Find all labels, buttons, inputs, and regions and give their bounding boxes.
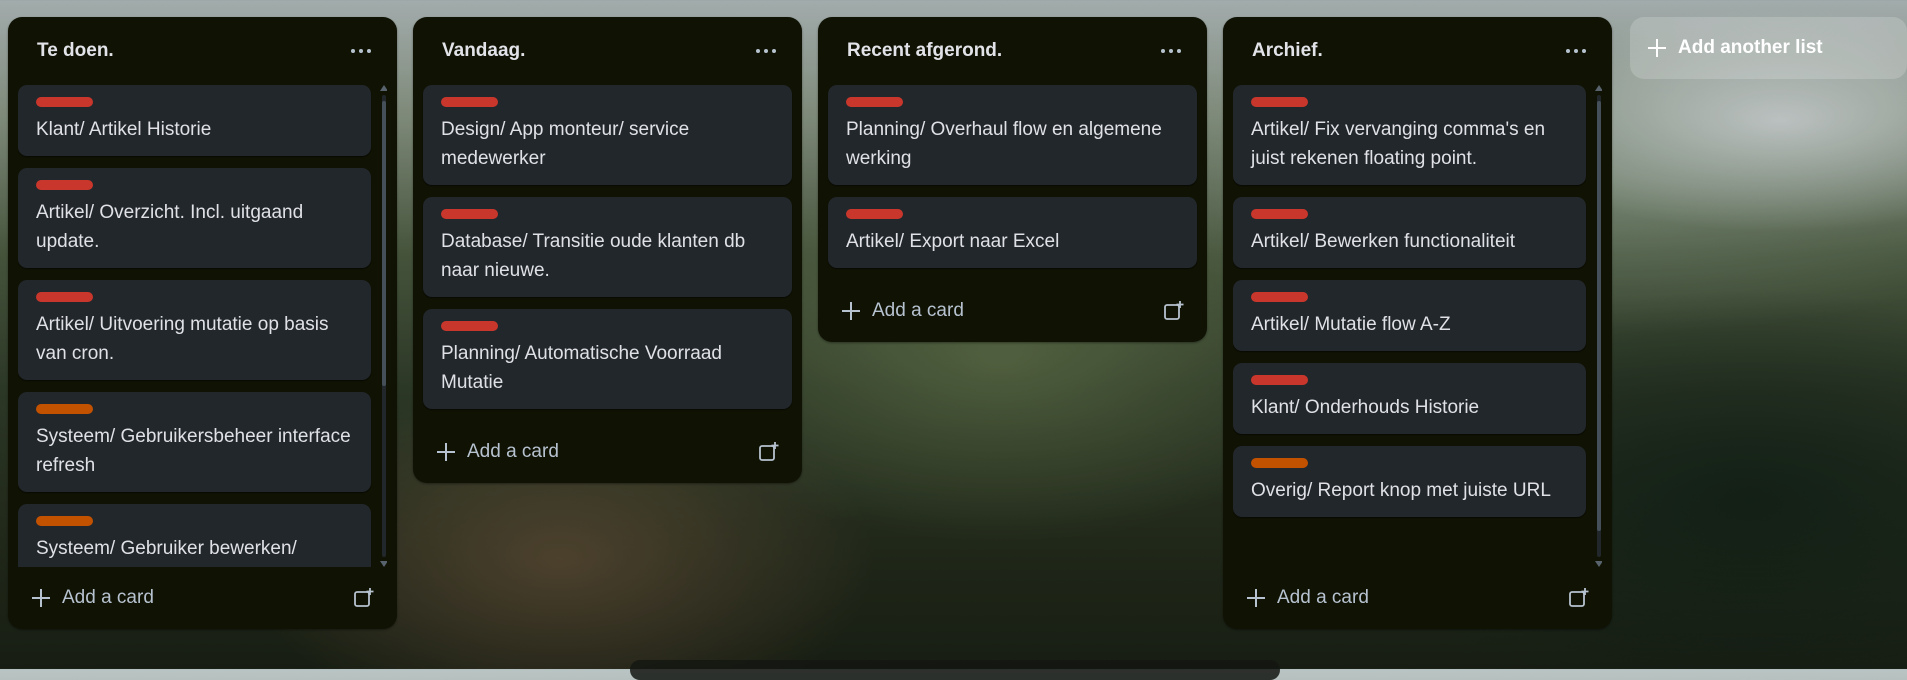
card-label[interactable] <box>846 209 903 219</box>
card[interactable]: Klant/ Onderhouds Historie <box>1233 363 1586 434</box>
card[interactable]: Artikel/ Overzicht. Incl. uitgaand updat… <box>18 168 371 268</box>
card-label[interactable] <box>36 404 93 414</box>
card-title: Planning/ Overhaul flow en algemene werk… <box>846 119 1162 169</box>
card[interactable]: Overig/ Report knop met juiste URL <box>1233 446 1586 517</box>
card-title: Klant/ Artikel Historie <box>36 119 212 140</box>
ellipsis-icon[interactable] <box>1155 39 1187 63</box>
card-label[interactable] <box>1251 292 1308 302</box>
add-card-button[interactable]: Add a card <box>423 441 559 463</box>
card[interactable]: Artikel/ Uitvoering mutatie op basis van… <box>18 280 371 380</box>
list-header: Recent afgerond. <box>828 17 1197 85</box>
card[interactable]: Planning/ Overhaul flow en algemene werk… <box>828 85 1197 185</box>
card[interactable]: Systeem/ Gebruiker bewerken/ gebruiker h… <box>18 504 371 567</box>
plus-icon <box>32 589 50 607</box>
list-title[interactable]: Archief. <box>1252 40 1323 62</box>
list-footer: Add a card <box>18 567 387 629</box>
card-template-icon[interactable] <box>1568 587 1590 609</box>
card[interactable]: Artikel/ Export naar Excel <box>828 197 1197 268</box>
card-label[interactable] <box>441 209 498 219</box>
card-title: Overig/ Report knop met juiste URL <box>1251 480 1551 501</box>
card-label[interactable] <box>846 97 903 107</box>
card-list: Planning/ Overhaul flow en algemene werk… <box>828 85 1197 268</box>
card-label[interactable] <box>441 321 498 331</box>
card-label[interactable] <box>36 516 93 526</box>
ellipsis-icon[interactable] <box>750 39 782 63</box>
card-title: Artikel/ Overzicht. Incl. uitgaand updat… <box>36 202 304 252</box>
card-list: Design/ App monteur/ service medewerker … <box>423 85 792 409</box>
card[interactable]: Design/ App monteur/ service medewerker <box>423 85 792 185</box>
plus-icon <box>437 443 455 461</box>
card-title: Database/ Transitie oude klanten db naar… <box>441 231 746 281</box>
list-archief: Archief. Artikel/ Fix vervanging comma's… <box>1223 17 1612 629</box>
card-scroll-area: Artikel/ Fix vervanging comma's en juist… <box>1233 85 1602 567</box>
list-footer: Add a card <box>1233 567 1602 629</box>
card-label[interactable] <box>1251 209 1308 219</box>
card-label[interactable] <box>36 180 93 190</box>
card-template-icon[interactable] <box>758 441 780 463</box>
add-card-label: Add a card <box>872 300 964 321</box>
card-list: Artikel/ Fix vervanging comma's en juist… <box>1233 85 1586 517</box>
card-title: Artikel/ Bewerken functionaliteit <box>1251 231 1516 252</box>
plus-icon <box>1648 39 1666 57</box>
card-template-icon[interactable] <box>1163 300 1185 322</box>
card-label[interactable] <box>441 97 498 107</box>
card-title: Artikel/ Export naar Excel <box>846 231 1060 252</box>
ellipsis-icon[interactable] <box>1560 39 1592 63</box>
list-te-doen: Te doen. Klant/ Artikel Historie Artikel… <box>8 17 397 629</box>
board: Te doen. Klant/ Artikel Historie Artikel… <box>0 0 1907 680</box>
card-title: Artikel/ Fix vervanging comma's en juist… <box>1251 119 1546 169</box>
card-template-icon[interactable] <box>353 587 375 609</box>
add-card-button[interactable]: Add a card <box>1233 587 1369 609</box>
bottom-toolbar <box>630 660 1280 680</box>
add-card-button[interactable]: Add a card <box>18 587 154 609</box>
list-title[interactable]: Vandaag. <box>442 40 525 62</box>
card-title: Klant/ Onderhouds Historie <box>1251 397 1480 418</box>
ellipsis-icon[interactable] <box>345 39 377 63</box>
list-header: Vandaag. <box>423 17 792 85</box>
list-recent-afgerond: Recent afgerond. Planning/ Overhaul flow… <box>818 17 1207 342</box>
add-card-label: Add a card <box>467 441 559 462</box>
list-footer: Add a card <box>828 280 1197 342</box>
card-scroll-area: Klant/ Artikel Historie Artikel/ Overzic… <box>18 85 387 567</box>
card-label[interactable] <box>1251 458 1308 468</box>
list-vandaag: Vandaag. Design/ App monteur/ service me… <box>413 17 802 483</box>
card[interactable]: Planning/ Automatische Voorraad Mutatie <box>423 309 792 409</box>
card[interactable]: Artikel/ Mutatie flow A-Z <box>1233 280 1586 351</box>
scrollbar[interactable] <box>379 85 387 567</box>
scrollbar[interactable] <box>1594 85 1602 567</box>
add-card-button[interactable]: Add a card <box>828 300 964 322</box>
card-label[interactable] <box>36 97 93 107</box>
card-label[interactable] <box>1251 375 1308 385</box>
plus-icon <box>842 302 860 320</box>
plus-icon <box>1247 589 1265 607</box>
card[interactable]: Klant/ Artikel Historie <box>18 85 371 156</box>
add-list-label: Add another list <box>1678 37 1823 58</box>
card[interactable]: Artikel/ Bewerken functionaliteit <box>1233 197 1586 268</box>
list-title[interactable]: Te doen. <box>37 40 114 62</box>
add-card-label: Add a card <box>62 587 154 608</box>
card[interactable]: Database/ Transitie oude klanten db naar… <box>423 197 792 297</box>
card-title: Systeem/ Gebruikersbeheer interface refr… <box>36 426 351 476</box>
card-title: Artikel/ Mutatie flow A-Z <box>1251 314 1451 335</box>
list-header: Archief. <box>1233 17 1602 85</box>
list-title[interactable]: Recent afgerond. <box>847 40 1002 62</box>
list-header: Te doen. <box>18 17 387 85</box>
card-list: Klant/ Artikel Historie Artikel/ Overzic… <box>18 85 371 567</box>
card-label[interactable] <box>1251 97 1308 107</box>
card-title: Systeem/ Gebruiker bewerken/ gebruiker h… <box>36 538 297 559</box>
card-label[interactable] <box>36 292 93 302</box>
card[interactable]: Systeem/ Gebruikersbeheer interface refr… <box>18 392 371 492</box>
add-card-label: Add a card <box>1277 587 1369 608</box>
list-footer: Add a card <box>423 421 792 483</box>
card-title: Artikel/ Uitvoering mutatie op basis van… <box>36 314 329 364</box>
add-another-list-button[interactable]: Add another list <box>1630 17 1907 79</box>
card[interactable]: Artikel/ Fix vervanging comma's en juist… <box>1233 85 1586 185</box>
card-title: Planning/ Automatische Voorraad Mutatie <box>441 343 722 393</box>
card-title: Design/ App monteur/ service medewerker <box>441 119 690 169</box>
